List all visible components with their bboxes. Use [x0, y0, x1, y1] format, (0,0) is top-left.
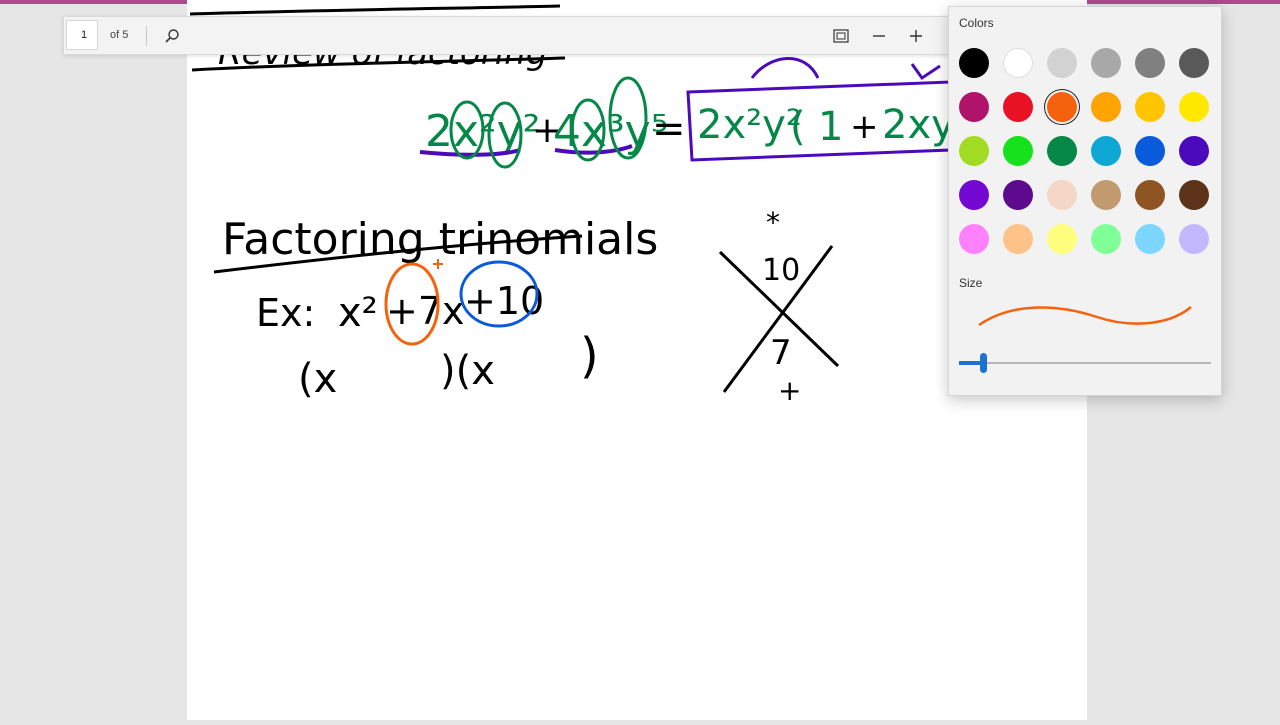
color-swatch-4-1[interactable] — [1003, 224, 1033, 254]
color-swatch-4-2[interactable] — [1047, 224, 1077, 254]
size-title: Size — [959, 276, 983, 290]
color-swatch-0-2[interactable] — [1047, 48, 1077, 78]
color-swatch-3-1[interactable] — [1003, 180, 1033, 210]
color-swatch-3-4[interactable] — [1135, 180, 1165, 210]
color-swatch-0-1[interactable] — [1003, 48, 1033, 78]
minus-icon — [873, 35, 885, 37]
color-swatch-2-5[interactable] — [1179, 136, 1209, 166]
color-swatch-1-3[interactable] — [1091, 92, 1121, 122]
size-slider-thumb[interactable] — [980, 353, 987, 373]
size-slider-track[interactable] — [959, 362, 1211, 364]
color-swatch-3-0[interactable] — [959, 180, 989, 210]
pdf-toolbar: 1 of 5 — [63, 16, 965, 55]
color-swatch-0-5[interactable] — [1179, 48, 1209, 78]
zoom-in-button[interactable] — [901, 21, 931, 51]
color-swatch-1-1[interactable] — [1003, 92, 1033, 122]
stroke-size-preview — [978, 306, 1192, 327]
color-swatch-4-0[interactable] — [959, 224, 989, 254]
color-swatch-4-3[interactable] — [1091, 224, 1121, 254]
color-swatch-2-4[interactable] — [1135, 136, 1165, 166]
color-swatch-4-4[interactable] — [1135, 224, 1165, 254]
color-swatch-3-5[interactable] — [1179, 180, 1209, 210]
color-swatch-4-5[interactable] — [1179, 224, 1209, 254]
fit-page-icon — [833, 29, 849, 43]
page-total-label: of 5 — [110, 29, 129, 41]
color-swatch-2-0[interactable] — [959, 136, 989, 166]
zoom-out-button[interactable] — [864, 21, 894, 51]
color-swatch-0-4[interactable] — [1135, 48, 1165, 78]
color-swatch-1-2[interactable] — [1047, 92, 1077, 122]
plus-icon — [910, 30, 922, 42]
colors-title: Colors — [959, 16, 994, 30]
color-swatch-1-5[interactable] — [1179, 92, 1209, 122]
color-swatch-3-2[interactable] — [1047, 180, 1077, 210]
pen-color-flyout: Colors Size — [948, 6, 1222, 396]
search-icon — [165, 29, 179, 43]
color-swatch-1-4[interactable] — [1135, 92, 1165, 122]
fit-page-button[interactable] — [826, 21, 856, 51]
toolbar-separator — [146, 26, 147, 46]
color-swatch-1-0[interactable] — [959, 92, 989, 122]
color-swatch-0-0[interactable] — [959, 48, 989, 78]
search-button[interactable] — [157, 21, 187, 51]
color-swatch-0-3[interactable] — [1091, 48, 1121, 78]
color-swatch-2-3[interactable] — [1091, 136, 1121, 166]
color-swatch-3-3[interactable] — [1091, 180, 1121, 210]
color-swatch-2-2[interactable] — [1047, 136, 1077, 166]
color-swatch-2-1[interactable] — [1003, 136, 1033, 166]
page-number-input[interactable]: 1 — [66, 20, 98, 50]
